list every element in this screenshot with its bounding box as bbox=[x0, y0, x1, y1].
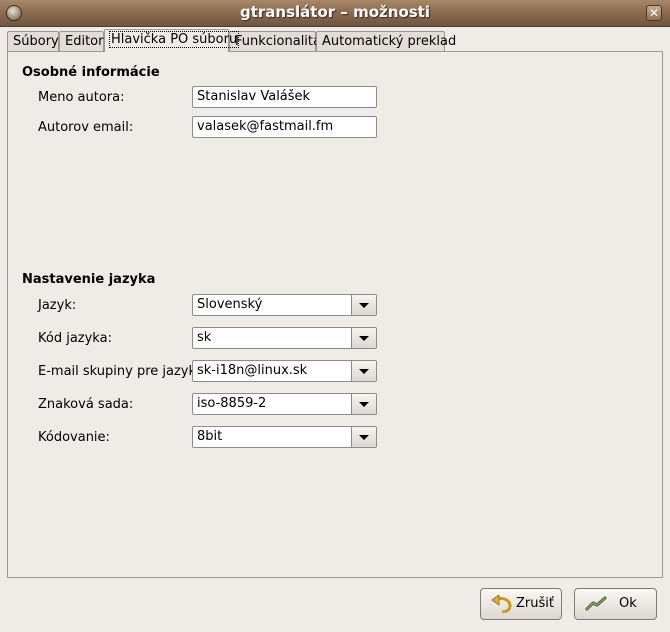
charset-combo[interactable]: iso-8859-2 bbox=[192, 393, 377, 415]
language-label: Jazyk: bbox=[38, 298, 77, 313]
team-email-combo-value: sk-i18n@linux.sk bbox=[197, 363, 308, 378]
author-email-field[interactable]: valasek@fastmail.fm bbox=[192, 116, 377, 138]
author-name-label: Meno autora: bbox=[38, 90, 125, 105]
ok-button[interactable]: Ok bbox=[574, 588, 657, 620]
language-combo[interactable]: Slovenský bbox=[192, 294, 377, 316]
encoding-combo-value: 8bit bbox=[197, 429, 223, 444]
author-email-label: Autorov email: bbox=[38, 120, 134, 135]
tab-automaticky-preklad[interactable]: Automatický preklad bbox=[316, 31, 456, 51]
tab-panel: Osobné informácie Meno autora: Stanislav… bbox=[7, 51, 663, 578]
chevron-down-icon[interactable] bbox=[351, 328, 376, 348]
cancel-button-label: Zrušiť bbox=[516, 596, 554, 611]
window-title: gtranslátor – možnosti bbox=[239, 3, 430, 21]
chevron-down-icon[interactable] bbox=[351, 427, 376, 447]
ok-button-label: Ok bbox=[619, 596, 637, 611]
tab-label: Editor bbox=[65, 34, 104, 49]
language-combo-value: Slovenský bbox=[197, 297, 263, 312]
team-email-label: E-mail skupiny pre jazyk: bbox=[38, 364, 201, 379]
ok-hand-icon bbox=[585, 596, 607, 611]
language-code-combo-value: sk bbox=[197, 330, 212, 345]
author-name-field[interactable]: Stanislav Valášek bbox=[192, 86, 377, 108]
chevron-down-icon[interactable] bbox=[351, 361, 376, 381]
language-code-label: Kód jazyka: bbox=[38, 331, 112, 346]
charset-label: Znaková sada: bbox=[38, 397, 134, 412]
language-settings-heading: Nastavenie jazyka bbox=[22, 272, 156, 287]
tab-editor[interactable]: Editor bbox=[59, 31, 104, 51]
tab-label: Súbory bbox=[13, 34, 59, 49]
encoding-combo[interactable]: 8bit bbox=[192, 426, 377, 448]
tab-funkcionalita[interactable]: Funkcionalita bbox=[229, 31, 321, 51]
tab-label: Automatický preklad bbox=[322, 34, 457, 49]
tab-hlavicka-po-suboru[interactable]: Hlavička PO súboru bbox=[104, 29, 240, 52]
personal-info-heading: Osobné informácie bbox=[22, 65, 160, 80]
undo-arrow-icon bbox=[491, 595, 512, 613]
team-email-combo[interactable]: sk-i18n@linux.sk bbox=[192, 360, 377, 382]
chevron-down-icon[interactable] bbox=[351, 394, 376, 414]
tab-subory[interactable]: Súbory bbox=[7, 31, 59, 51]
language-code-combo[interactable]: sk bbox=[192, 327, 377, 349]
chevron-down-icon[interactable] bbox=[351, 295, 376, 315]
charset-combo-value: iso-8859-2 bbox=[197, 396, 267, 411]
cancel-button[interactable]: Zrušiť bbox=[480, 588, 562, 620]
close-icon[interactable]: ✕ bbox=[646, 5, 662, 21]
tab-label: Funkcionalita bbox=[235, 34, 321, 49]
encoding-label: Kódovanie: bbox=[38, 430, 110, 445]
title-bar: gtranslátor – možnosti ✕ bbox=[0, 0, 670, 27]
tab-label: Hlavička PO súboru bbox=[108, 31, 240, 48]
